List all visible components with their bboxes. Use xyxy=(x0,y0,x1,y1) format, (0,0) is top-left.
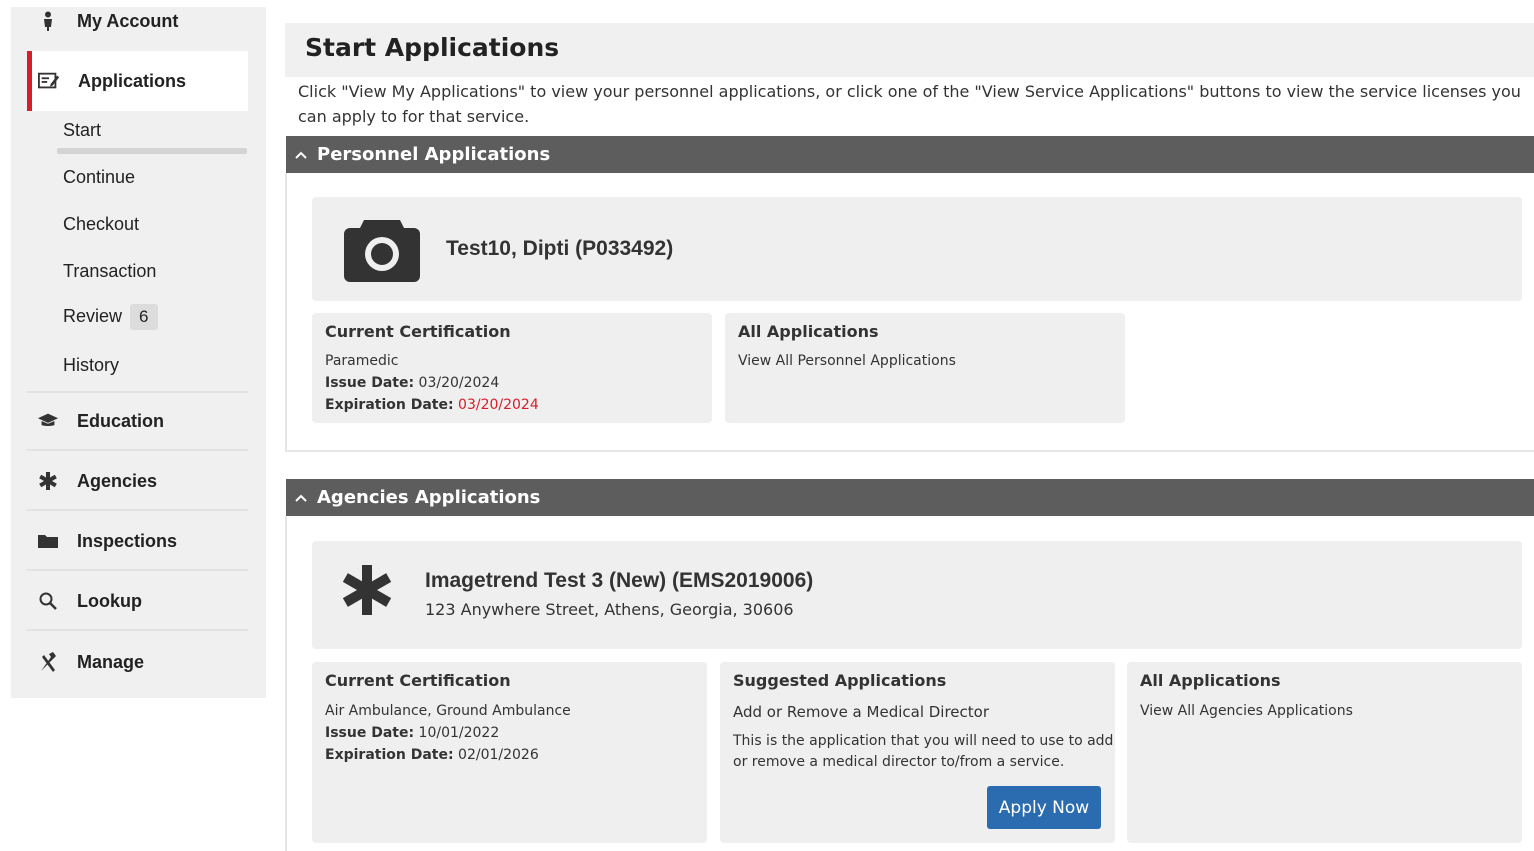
card-heading: All Applications xyxy=(1140,671,1281,690)
folder-icon xyxy=(37,530,59,552)
sidebar-item-my-account[interactable]: My Account xyxy=(27,0,248,43)
suggested-application-description-line2: or remove a medical director to/from a s… xyxy=(733,754,1065,770)
sidebar-subitem-checkout[interactable]: Checkout xyxy=(63,214,139,235)
intro-text: Click "View My Applications" to view you… xyxy=(298,82,1521,126)
issue-date-label: Issue Date: xyxy=(325,375,415,391)
agency-name: Imagetrend Test 3 (New) (EMS2019006) xyxy=(425,569,814,592)
page-title: Start Applications xyxy=(305,33,560,62)
card-heading: Current Certification xyxy=(325,671,511,690)
sidebar-subitem-history[interactable]: History xyxy=(63,355,119,376)
sidebar-subitem-continue[interactable]: Continue xyxy=(63,167,135,188)
suggested-applications-card: Suggested Applications Add or Remove a M… xyxy=(720,662,1115,843)
suggested-application-name: Add or Remove a Medical Director xyxy=(733,703,990,721)
expiration-date-label: Expiration Date: xyxy=(325,747,454,763)
person-icon xyxy=(37,10,59,32)
issue-date-row: Issue Date: 03/20/2024 xyxy=(325,375,499,391)
apply-now-button[interactable]: Apply Now xyxy=(987,786,1101,829)
sidebar-item-label: Education xyxy=(77,410,165,431)
suggested-application-description-line1: This is the application that you will ne… xyxy=(733,733,1114,749)
sidebar-item-label: Inspections xyxy=(77,530,178,551)
section-body-agencies: Imagetrend Test 3 (New) (EMS2019006) 123… xyxy=(285,516,1534,851)
expiration-date-value: 03/20/2024 xyxy=(458,397,539,413)
agency-address: 123 Anywhere Street, Athens, Georgia, 30… xyxy=(425,600,794,619)
tools-icon xyxy=(37,651,59,673)
issue-date-row: Issue Date: 10/01/2022 xyxy=(325,725,499,741)
count-badge: 6 xyxy=(130,304,158,330)
issue-date-value: 10/01/2022 xyxy=(418,725,500,741)
sidebar-item-applications[interactable]: Applications xyxy=(27,51,248,111)
all-applications-card: All Applications View All Personnel Appl… xyxy=(725,313,1125,423)
issue-date-value: 03/20/2024 xyxy=(418,375,500,391)
issue-date-label: Issue Date: xyxy=(325,725,415,741)
card-heading: All Applications xyxy=(738,322,879,341)
section-title: Personnel Applications xyxy=(317,144,551,165)
search-icon xyxy=(37,590,59,612)
sidebar-item-label: Manage xyxy=(77,651,145,672)
sidebar-item-label: My Account xyxy=(77,10,179,31)
person-name: Test10, Dipti (P033492) xyxy=(446,237,674,260)
view-all-personnel-applications-link[interactable]: View All Personnel Applications xyxy=(738,353,956,369)
section-body-personnel: Test10, Dipti (P033492) Current Certific… xyxy=(285,173,1534,452)
sidebar-item-lookup[interactable]: Lookup xyxy=(27,573,248,631)
form-edit-icon xyxy=(38,70,60,92)
star-of-life-icon xyxy=(37,470,59,492)
sidebar-subitem-transaction[interactable]: Transaction xyxy=(63,261,156,282)
expiration-date-row: Expiration Date: 02/01/2026 xyxy=(325,747,539,763)
sidebar-item-agencies[interactable]: Agencies xyxy=(27,453,248,511)
sidebar-item-manage[interactable]: Manage xyxy=(27,633,248,691)
agency-card: Imagetrend Test 3 (New) (EMS2019006) 123… xyxy=(312,541,1522,649)
view-all-agencies-applications-link[interactable]: View All Agencies Applications xyxy=(1140,703,1353,719)
camera-icon[interactable] xyxy=(342,214,422,288)
main-content: Start Applications Click "View My Applic… xyxy=(285,0,1534,851)
sidebar-item-label: Lookup xyxy=(77,590,142,611)
person-card: Test10, Dipti (P033492) xyxy=(312,197,1522,301)
current-certification-card: Current Certification Paramedic Issue Da… xyxy=(312,313,712,423)
chevron-up-icon xyxy=(295,148,309,162)
sidebar: My Account Applications Start Continue C… xyxy=(11,7,266,698)
sidebar-subitem-review[interactable]: Review 6 xyxy=(63,304,158,330)
graduation-cap-icon xyxy=(37,410,59,432)
sidebar-subitem-label: Review xyxy=(63,306,123,326)
all-applications-card: All Applications View All Agencies Appli… xyxy=(1127,662,1522,843)
expiration-date-row: Expiration Date: 03/20/2024 xyxy=(325,397,539,413)
card-heading: Current Certification xyxy=(325,322,511,341)
active-indicator xyxy=(57,148,247,154)
expiration-date-label: Expiration Date: xyxy=(325,397,454,413)
sidebar-item-education[interactable]: Education xyxy=(27,393,248,451)
sidebar-subitem-start[interactable]: Start xyxy=(63,120,101,141)
sidebar-item-label: Agencies xyxy=(77,470,158,491)
current-certification-card: Current Certification Air Ambulance, Gro… xyxy=(312,662,707,843)
section-header-personnel[interactable]: Personnel Applications xyxy=(286,136,1534,173)
card-heading: Suggested Applications xyxy=(733,671,947,690)
chevron-up-icon xyxy=(295,491,309,505)
expiration-date-value: 02/01/2026 xyxy=(458,747,539,763)
page-header: Start Applications xyxy=(285,23,1534,77)
certification-type: Air Ambulance, Ground Ambulance xyxy=(325,703,571,719)
section-title: Agencies Applications xyxy=(317,487,541,508)
star-of-life-icon xyxy=(340,563,394,621)
section-header-agencies[interactable]: Agencies Applications xyxy=(286,479,1534,516)
certification-type: Paramedic xyxy=(325,353,399,369)
sidebar-item-inspections[interactable]: Inspections xyxy=(27,513,248,571)
sidebar-item-label: Applications xyxy=(78,70,187,91)
